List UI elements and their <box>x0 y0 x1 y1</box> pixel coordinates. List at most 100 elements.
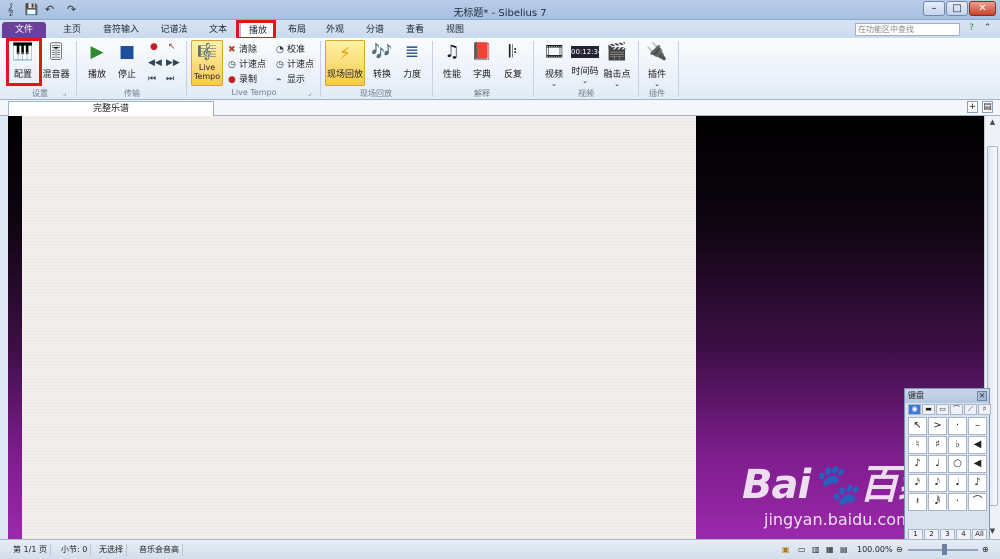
transform-button[interactable]: 🎶 转换 <box>368 40 396 80</box>
tab-parts[interactable]: 分谱 <box>358 22 392 38</box>
scroll-up-icon[interactable]: ▲ <box>987 118 998 128</box>
timecode-button[interactable]: 00:12:34 时间码 ⌄ <box>570 40 602 85</box>
keypad-layout-jazz-icon[interactable]: ⟋ <box>964 404 977 415</box>
dynamics-button[interactable]: ≣ 力度 <box>398 40 426 80</box>
keypad-layout-common-icon[interactable]: ◉ <box>908 404 921 415</box>
mixer-icon: 🎚 <box>45 42 67 62</box>
keypad-layout-accidentals-icon[interactable]: ♯ <box>978 404 991 415</box>
help-icon[interactable]: ? <box>965 22 978 35</box>
clear-label: 清除 <box>239 45 258 55</box>
calibrate-button[interactable]: ◔ 校准 <box>276 42 305 55</box>
move-playback-line-icon[interactable]: ↖ <box>168 42 176 52</box>
status-concert-pitch[interactable]: 音乐会音高 <box>136 544 183 556</box>
record-icon: ● <box>228 75 236 85</box>
tab-home[interactable]: 主页 <box>52 22 92 38</box>
keypad-key[interactable]: > <box>928 417 947 435</box>
keypad-key[interactable]: 𝅘𝅥𝅯 <box>908 474 927 492</box>
ribbon-search-input[interactable]: 在功能区中查找 <box>855 23 960 36</box>
tab-appearance[interactable]: 外观 <box>318 22 352 38</box>
dictionary-button[interactable]: 📕 字典 <box>468 40 496 80</box>
tap-points-2-button[interactable]: ◷ 计速点 <box>276 57 314 70</box>
show-label: 显示 <box>287 75 306 85</box>
clear-button[interactable]: ✖ 清除 <box>228 42 257 55</box>
plugins-button[interactable]: 🔌 插件 ⌄ <box>644 40 670 88</box>
record-live-tempo-button[interactable]: ● 录制 <box>228 72 257 85</box>
rewind-icon[interactable]: ◀◀ <box>148 58 162 68</box>
tab-view[interactable]: 视图 <box>438 22 472 38</box>
tab-notations[interactable]: 记谱法 <box>152 22 196 38</box>
mixer-button[interactable]: 🎚 混音器 <box>40 40 72 80</box>
zoom-in-icon[interactable]: ⊕ <box>982 544 989 556</box>
live-tempo-button[interactable]: 🎼 Live Tempo <box>191 40 223 86</box>
keypad-key[interactable]: ○ <box>948 455 967 473</box>
keypad-key[interactable]: ♮ <box>908 436 927 454</box>
keypad-key[interactable]: ♪ <box>968 474 987 492</box>
show-button[interactable]: ⌁ 显示 <box>276 72 305 85</box>
group-separator <box>186 41 187 97</box>
keypad-key[interactable]: ◀ <box>968 436 987 454</box>
status-selection: 无选择 <box>96 544 127 556</box>
group-separator <box>432 41 433 97</box>
close-icon[interactable]: ✕ <box>977 391 987 401</box>
group-separator <box>678 41 679 97</box>
ribbon-toggle-icon[interactable]: ⌃ <box>981 22 994 35</box>
tab-full-score[interactable]: 完整乐谱 <box>8 101 214 116</box>
keypad-row: ♪ ♩ ○ ◀ <box>908 455 987 473</box>
record-icon[interactable]: ● <box>150 42 158 52</box>
keypad-key[interactable]: · <box>948 493 967 511</box>
video-button[interactable]: 🎞 视频 ⌄ <box>540 40 568 88</box>
view-mode-icon[interactable]: ▤ <box>840 544 848 556</box>
repeat-button[interactable]: 𝄆 反复 <box>499 40 527 80</box>
dictionary-label: 字典 <box>472 70 491 80</box>
keypad-key[interactable]: ♭ <box>948 436 967 454</box>
keypad-key[interactable]: 𝄽 <box>908 493 927 511</box>
tap-points-button[interactable]: ◷ 计速点 <box>228 57 266 70</box>
keypad-layout-notes-icon[interactable]: ▬ <box>922 404 935 415</box>
keypad-key[interactable]: 𝅘𝅥 <box>948 474 967 492</box>
performance-icon: ♫ <box>444 42 460 62</box>
maximize-button[interactable]: □ <box>946 1 968 16</box>
tab-text[interactable]: 文本 <box>200 22 236 38</box>
live-playback-label: 现场回放 <box>326 70 363 80</box>
keypad-key[interactable]: ↖ <box>908 417 927 435</box>
stop-button[interactable]: ■ 停止 <box>114 40 140 80</box>
keypad-key[interactable]: – <box>968 417 987 435</box>
keypad-key[interactable]: ♩ <box>928 455 947 473</box>
keypad-key[interactable]: ♪ <box>908 455 927 473</box>
keypad-row: ↖ > · – <box>908 417 987 435</box>
keypad-key[interactable]: 𝅘𝅥𝅱 <box>928 493 947 511</box>
keypad-key[interactable]: · <box>948 417 967 435</box>
score-page[interactable] <box>22 116 696 539</box>
view-mode-icon[interactable]: ▥ <box>812 544 820 556</box>
fast-forward-icon[interactable]: ▶▶ <box>166 58 180 68</box>
tab-note-input[interactable]: 音符输入 <box>96 22 146 38</box>
keypad-layout-beams-icon[interactable]: ▭ <box>936 404 949 415</box>
go-to-end-icon[interactable]: ⏭ <box>166 74 174 84</box>
add-tab-icon[interactable]: + <box>967 101 978 113</box>
performance-button[interactable]: ♫ 性能 <box>438 40 466 80</box>
dialog-launcher-icon[interactable]: ⌟ <box>63 89 66 97</box>
keypad-key[interactable]: 𝅘𝅥𝅮 <box>928 474 947 492</box>
view-mode-icon[interactable]: ▣ <box>782 544 790 556</box>
keypad-key[interactable]: ♯ <box>928 436 947 454</box>
keypad-key[interactable]: ◀ <box>968 455 987 473</box>
keypad-key[interactable]: ⌒ <box>968 493 987 511</box>
zoom-out-icon[interactable]: ⊖ <box>896 544 903 556</box>
view-mode-icon[interactable]: ▦ <box>826 544 834 556</box>
dialog-launcher-icon[interactable]: ⌟ <box>308 89 311 97</box>
tab-layout[interactable]: 布局 <box>280 22 314 38</box>
zoom-slider-thumb[interactable] <box>942 544 947 555</box>
show-icon: ⌁ <box>276 75 282 85</box>
tab-list-icon[interactable]: ▤ <box>982 101 993 113</box>
play-button[interactable]: ▶ 播放 <box>84 40 110 80</box>
keypad-layout-articulations-icon[interactable]: ⌒ <box>950 404 963 415</box>
live-playback-button[interactable]: ⚡ 现场回放 <box>325 40 365 86</box>
hit-points-button[interactable]: 🎬 融击点 ⌄ <box>602 40 632 88</box>
minimize-button[interactable]: – <box>923 1 945 16</box>
tab-file[interactable]: 文件 <box>2 22 46 38</box>
close-button[interactable]: ✕ <box>969 1 996 16</box>
play-label: 播放 <box>87 70 106 80</box>
view-mode-icon[interactable]: ▭ <box>798 544 806 556</box>
go-to-start-icon[interactable]: ⏮ <box>148 74 156 84</box>
tab-review[interactable]: 查看 <box>398 22 432 38</box>
